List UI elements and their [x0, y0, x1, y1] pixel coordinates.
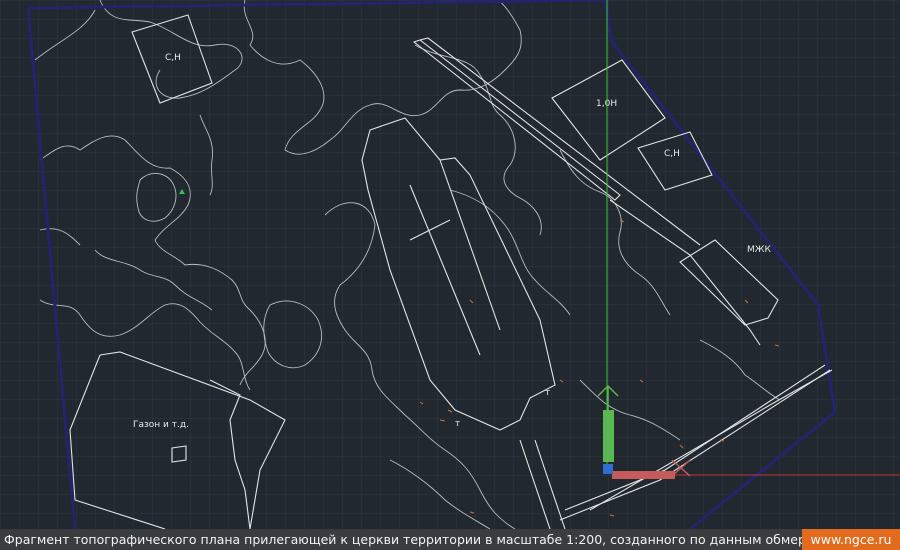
label-mark-2: т: [455, 419, 460, 429]
label-tower-mark: т: [545, 388, 550, 398]
label-building-right-small: С,Н: [664, 149, 680, 159]
cad-viewport[interactable]: С,Н 1,0Н С,Н МЖК Газон и т.д. т т Фрагме…: [0, 0, 900, 550]
drawing-canvas[interactable]: С,Н 1,0Н С,Н МЖК Газон и т.д. т т: [0, 0, 900, 529]
grid-background: [0, 0, 900, 529]
label-area: Газон и т.д.: [133, 420, 189, 430]
caption-bar: Фрагмент топографического плана прилегаю…: [0, 529, 900, 550]
site-link[interactable]: www.ngce.ru: [802, 529, 900, 550]
caption-text: Фрагмент топографического плана прилегаю…: [4, 532, 802, 547]
label-building-tl: С,Н: [165, 53, 181, 63]
label-building-right-mid: МЖК: [747, 245, 771, 255]
